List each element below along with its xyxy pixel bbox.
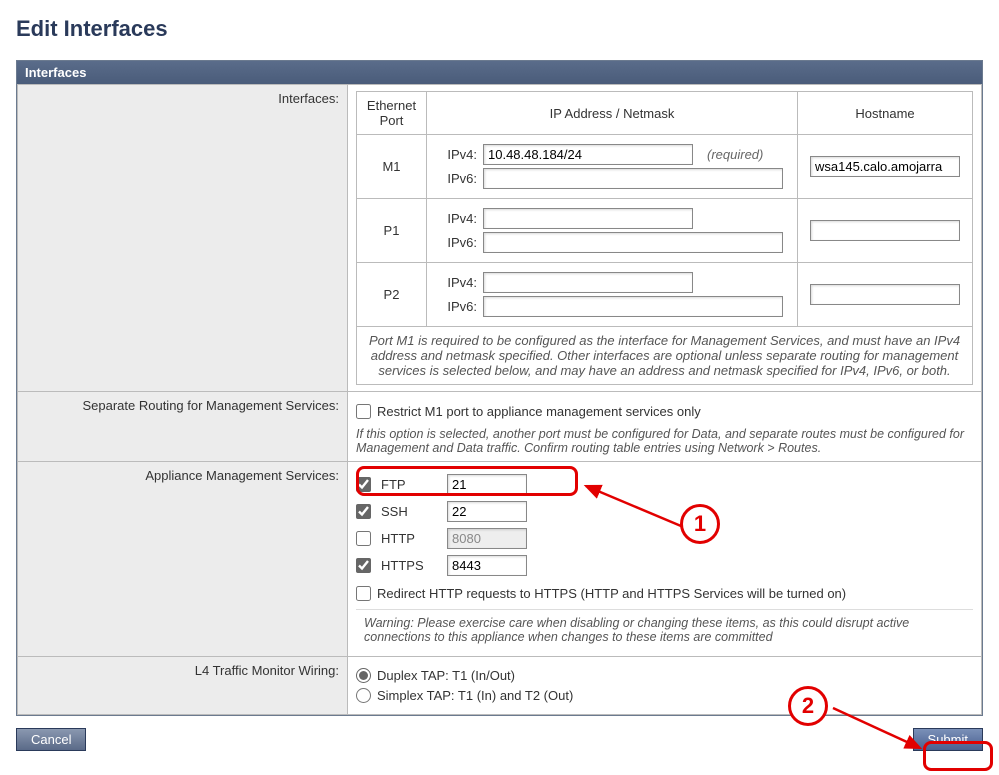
p2-ipv6-input[interactable] [483, 296, 783, 317]
ftp-label: FTP [381, 477, 437, 492]
submit-button[interactable]: Submit [913, 728, 983, 751]
iface-row-p1: P1 IPv4: IPv6: [357, 199, 973, 263]
http-port-input[interactable] [447, 528, 527, 549]
m1-ipv6-input[interactable] [483, 168, 783, 189]
cancel-button[interactable]: Cancel [16, 728, 86, 751]
http-checkbox[interactable] [356, 531, 371, 546]
svc-ssh-row: SSH [356, 501, 973, 522]
settings-table: Interfaces: Ethernet Port IP Address / N… [17, 84, 982, 715]
redirect-http-label: Redirect HTTP requests to HTTPS (HTTP an… [377, 586, 846, 601]
ipv6-label: IPv6: [435, 171, 477, 186]
iface-port-m1: M1 [357, 135, 427, 199]
sep-route-note: If this option is selected, another port… [356, 425, 973, 455]
ipv6-label: IPv6: [435, 235, 477, 250]
p1-host-input[interactable] [810, 220, 960, 241]
interfaces-content: Ethernet Port IP Address / Netmask Hostn… [348, 85, 982, 392]
https-label: HTTPS [381, 558, 437, 573]
ftp-port-input[interactable] [447, 474, 527, 495]
row-label-separate-routing: Separate Routing for Management Services… [18, 392, 348, 462]
svc-https-row: HTTPS [356, 555, 973, 576]
required-text: (required) [707, 147, 763, 162]
iface-port-p1: P1 [357, 199, 427, 263]
svc-ftp-row: FTP [356, 474, 973, 495]
col-header-ip: IP Address / Netmask [427, 92, 798, 135]
button-row: Cancel Submit [16, 728, 983, 751]
interfaces-panel: Interfaces Interfaces: Ethernet Port IP … [16, 60, 983, 716]
http-label: HTTP [381, 531, 437, 546]
l4-simplex-radio[interactable] [356, 688, 371, 703]
l4-simplex-label: Simplex TAP: T1 (In) and T2 (Out) [377, 688, 573, 703]
interfaces-note: Port M1 is required to be configured as … [357, 327, 973, 385]
ftp-checkbox[interactable] [356, 477, 371, 492]
p1-ipv6-input[interactable] [483, 232, 783, 253]
col-header-port: Ethernet Port [357, 92, 427, 135]
ssh-label: SSH [381, 504, 437, 519]
ssh-checkbox[interactable] [356, 504, 371, 519]
row-label-interfaces: Interfaces: [18, 85, 348, 392]
row-label-l4-wiring: L4 Traffic Monitor Wiring: [18, 657, 348, 715]
l4-duplex-radio[interactable] [356, 668, 371, 683]
interfaces-inner-table: Ethernet Port IP Address / Netmask Hostn… [356, 91, 973, 385]
restrict-m1-label: Restrict M1 port to appliance management… [377, 404, 701, 419]
row-label-appliance-mgmt: Appliance Management Services: [18, 462, 348, 657]
iface-port-p2: P2 [357, 263, 427, 327]
https-port-input[interactable] [447, 555, 527, 576]
redirect-http-checkbox[interactable] [356, 586, 371, 601]
page-title: Edit Interfaces [16, 16, 983, 42]
ipv4-label: IPv4: [435, 211, 477, 226]
iface-row-p2: P2 IPv4: IPv6: [357, 263, 973, 327]
l4-duplex-label: Duplex TAP: T1 (In/Out) [377, 668, 515, 683]
p1-ipv4-input[interactable] [483, 208, 693, 229]
panel-header: Interfaces [17, 61, 982, 84]
m1-host-input[interactable] [810, 156, 960, 177]
p2-host-input[interactable] [810, 284, 960, 305]
restrict-m1-checkbox[interactable] [356, 404, 371, 419]
ssh-port-input[interactable] [447, 501, 527, 522]
page-wrap: Edit Interfaces Interfaces Interfaces: E… [16, 16, 983, 751]
p2-ipv4-input[interactable] [483, 272, 693, 293]
https-checkbox[interactable] [356, 558, 371, 573]
services-warning: Warning: Please exercise care when disab… [356, 609, 973, 650]
ipv6-label: IPv6: [435, 299, 477, 314]
col-header-host: Hostname [798, 92, 973, 135]
iface-row-m1: M1 IPv4: (required) IPv6: [357, 135, 973, 199]
svc-http-row: HTTP [356, 528, 973, 549]
ipv4-label: IPv4: [435, 275, 477, 290]
ipv4-label: IPv4: [435, 147, 477, 162]
m1-ipv4-input[interactable] [483, 144, 693, 165]
